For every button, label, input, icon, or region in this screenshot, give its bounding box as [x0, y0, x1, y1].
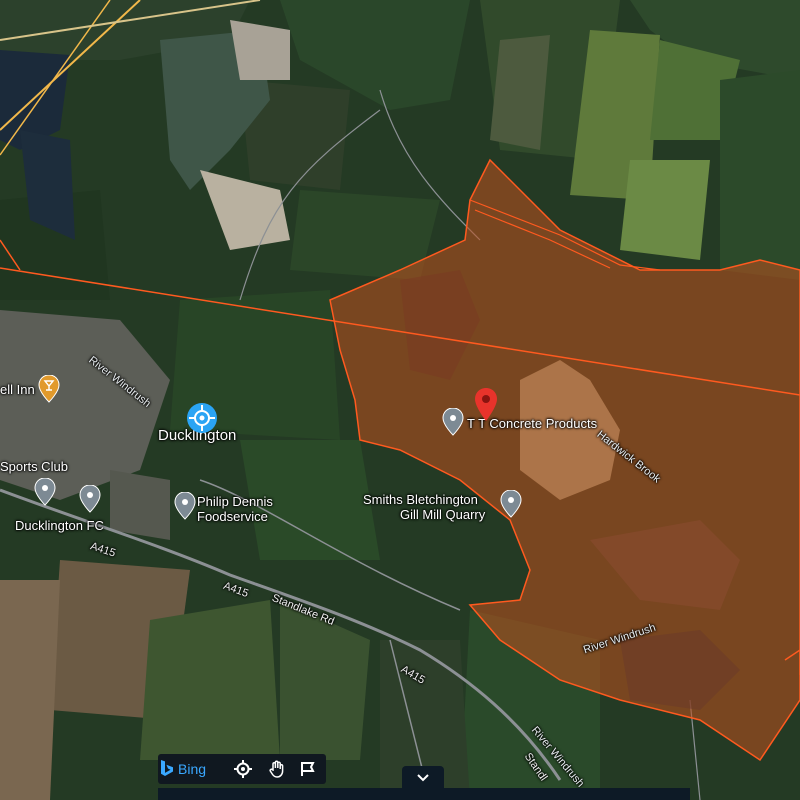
- place-label-ducklington-fc[interactable]: Ducklington FC: [15, 519, 104, 533]
- selected-location-pin-icon[interactable]: [474, 388, 498, 422]
- place-label-philip-line1[interactable]: Philip Dennis: [197, 495, 273, 509]
- grey-pin-icon-smiths[interactable]: [500, 490, 522, 518]
- bottom-panel: [158, 788, 690, 800]
- bing-logo[interactable]: Bing: [160, 758, 206, 780]
- my-location-marker-icon[interactable]: [186, 402, 218, 434]
- place-label-philip-line2[interactable]: Foodservice: [197, 510, 268, 524]
- select-area-button[interactable]: [294, 754, 322, 784]
- select-area-icon: [301, 762, 315, 776]
- place-label-sports-club[interactable]: Sports Club: [0, 460, 68, 474]
- grey-pin-icon-tt[interactable]: [442, 408, 464, 436]
- place-label-smiths-line2[interactable]: Gill Mill Quarry: [400, 508, 485, 522]
- grey-pin-icon-philip[interactable]: [174, 492, 196, 520]
- pan-button[interactable]: [263, 754, 291, 784]
- satellite-map[interactable]: [0, 0, 800, 800]
- pan-hand-icon: [269, 760, 284, 778]
- grey-pin-icon-sports[interactable]: [34, 478, 56, 506]
- bing-logo-icon: [161, 760, 173, 776]
- bing-label: Bing: [178, 761, 207, 777]
- grey-pin-icon-fc[interactable]: [79, 485, 101, 513]
- chevron-down-icon: [417, 774, 429, 782]
- place-label-inn[interactable]: ell Inn: [0, 383, 35, 397]
- place-label-smiths-line1[interactable]: Smiths Bletchington: [363, 493, 478, 507]
- locate-icon: [234, 760, 252, 778]
- collapse-panel-button[interactable]: [402, 766, 444, 790]
- locate-button[interactable]: [229, 754, 257, 784]
- pub-pin-icon[interactable]: [38, 375, 60, 403]
